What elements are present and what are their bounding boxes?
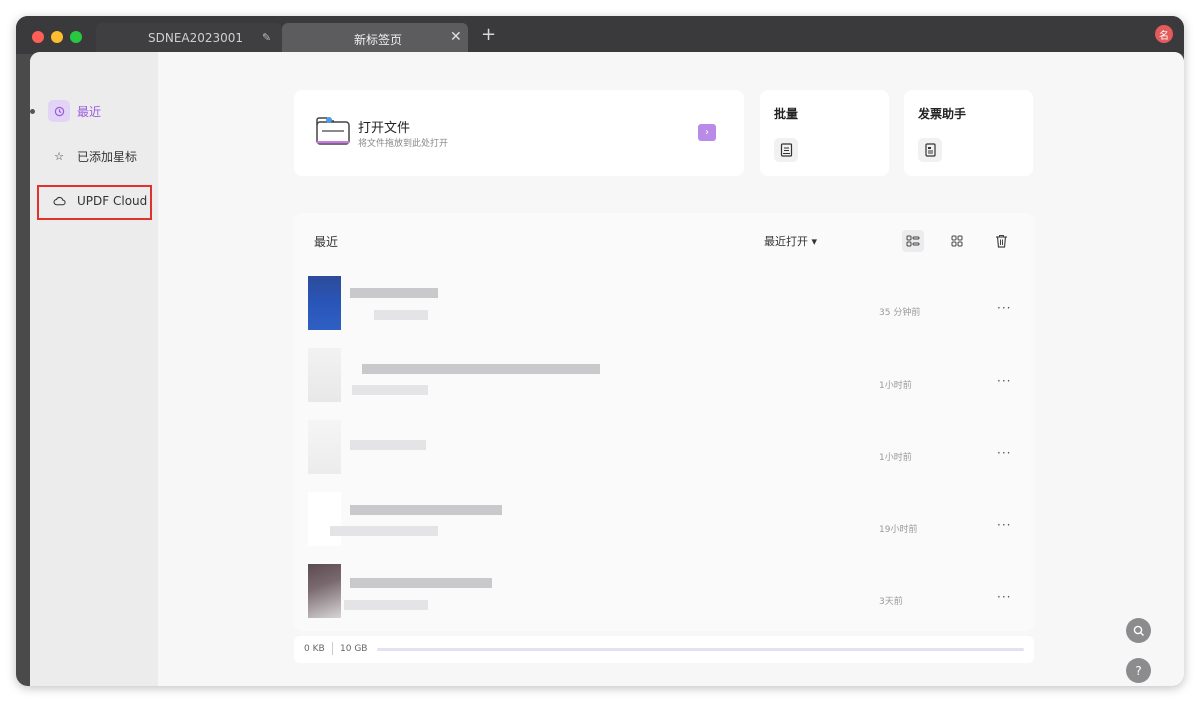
file-info-redacted: [374, 310, 428, 320]
grid-view-icon[interactable]: [946, 230, 968, 252]
tab-label: SDNEA2023001: [148, 31, 244, 45]
title-bar: SDNEA2023001 ✎ 新标签页 ✕ + 名: [16, 16, 1184, 54]
app-content: 最近 ☆ 已添加星标 UPDF Cloud 打开文件 将文件拖放到此处打开 › …: [30, 52, 1184, 686]
sidebar-item-label: 最近: [77, 104, 102, 119]
recent-list-header: 最近: [314, 235, 339, 249]
open-file-subtitle: 将文件拖放到此处打开: [358, 139, 449, 149]
tab-new[interactable]: 新标签页 ✕: [282, 23, 468, 54]
file-info-redacted: [344, 600, 428, 610]
sidebar: 最近 ☆ 已添加星标 UPDF Cloud: [30, 52, 158, 686]
list-view-icon[interactable]: [902, 230, 924, 252]
search-icon[interactable]: [1126, 618, 1151, 643]
highlight-box: [37, 185, 152, 220]
sidebar-item-starred[interactable]: ☆ 已添加星标: [48, 143, 137, 169]
sidebar-item-label: 已添加星标: [77, 149, 138, 164]
tab-label: 新标签页: [354, 33, 403, 47]
close-tab-icon[interactable]: ✕: [450, 29, 462, 45]
main-area: 打开文件 将文件拖放到此处打开 › 批量 发票助手 最近 最近打开 ▾ 35 分…: [158, 52, 1184, 686]
invoice-card[interactable]: 发票助手: [904, 90, 1033, 176]
file-info-redacted: [330, 526, 438, 536]
storage-used: 0 KB: [304, 644, 325, 654]
sidebar-item-recent[interactable]: 最近: [48, 98, 101, 124]
folder-icon: [316, 117, 350, 145]
sort-dropdown[interactable]: 最近打开 ▾: [764, 233, 817, 249]
file-name-redacted: [350, 505, 502, 515]
trash-icon[interactable]: [990, 230, 1012, 252]
open-file-card[interactable]: 打开文件 将文件拖放到此处打开 ›: [294, 90, 744, 176]
clock-icon: [48, 100, 70, 122]
more-options-icon[interactable]: ···: [997, 301, 1011, 315]
file-time: 35 分钟前: [879, 308, 921, 318]
invoice-icon: [918, 138, 942, 162]
batch-icon: [774, 138, 798, 162]
app-window: SDNEA2023001 ✎ 新标签页 ✕ + 名 最近 ☆ 已添加星标 UPD…: [16, 16, 1184, 686]
sidebar-indicator: [30, 109, 35, 114]
storage-bar: 0 KB 10 GB: [294, 636, 1034, 663]
minimize-window-button[interactable]: [51, 31, 63, 43]
list-item[interactable]: 35 分钟前 ···: [294, 276, 1034, 348]
file-thumbnail: [308, 564, 341, 618]
more-options-icon[interactable]: ···: [997, 446, 1011, 460]
more-options-icon[interactable]: ···: [997, 374, 1011, 388]
file-info-redacted: [352, 385, 428, 395]
storage-total: 10 GB: [340, 644, 368, 654]
list-item[interactable]: 19小时前 ···: [294, 492, 1034, 564]
zoom-window-button[interactable]: [70, 31, 82, 43]
open-file-title: 打开文件: [358, 121, 411, 136]
more-options-icon[interactable]: ···: [997, 590, 1011, 604]
open-file-arrow-button[interactable]: ›: [698, 124, 716, 141]
storage-divider: [332, 642, 333, 655]
list-item[interactable]: 1小时前 ···: [294, 420, 1034, 492]
recent-files-panel: 最近 最近打开 ▾ 35 分钟前 ··· 1小时前 ··· 1小时前 ··· 1…: [294, 213, 1034, 631]
invoice-title: 发票助手: [918, 107, 967, 121]
storage-progress: [377, 648, 1024, 651]
file-name-redacted: [350, 578, 492, 588]
batch-title: 批量: [774, 107, 799, 121]
file-time: 1小时前: [879, 453, 912, 463]
edit-icon[interactable]: ✎: [262, 31, 271, 44]
file-time: 3天前: [879, 597, 903, 607]
list-item[interactable]: 3天前 ···: [294, 564, 1034, 636]
file-time: 1小时前: [879, 381, 912, 391]
file-thumbnail: [308, 420, 341, 474]
avatar[interactable]: 名: [1155, 25, 1173, 43]
close-window-button[interactable]: [32, 31, 44, 43]
batch-card[interactable]: 批量: [760, 90, 889, 176]
file-time: 19小时前: [879, 525, 918, 535]
tab-document[interactable]: SDNEA2023001 ✎: [96, 23, 282, 54]
more-options-icon[interactable]: ···: [997, 518, 1011, 532]
file-name-redacted: [362, 364, 600, 374]
list-item[interactable]: 1小时前 ···: [294, 348, 1034, 420]
file-thumbnail: [308, 492, 341, 546]
file-name-redacted: [350, 440, 426, 450]
file-name-redacted: [350, 288, 438, 298]
plus-icon[interactable]: +: [481, 26, 496, 44]
star-icon: ☆: [54, 149, 64, 163]
file-thumbnail: [308, 348, 341, 402]
file-thumbnail: [308, 276, 341, 330]
help-icon[interactable]: ?: [1126, 658, 1151, 683]
